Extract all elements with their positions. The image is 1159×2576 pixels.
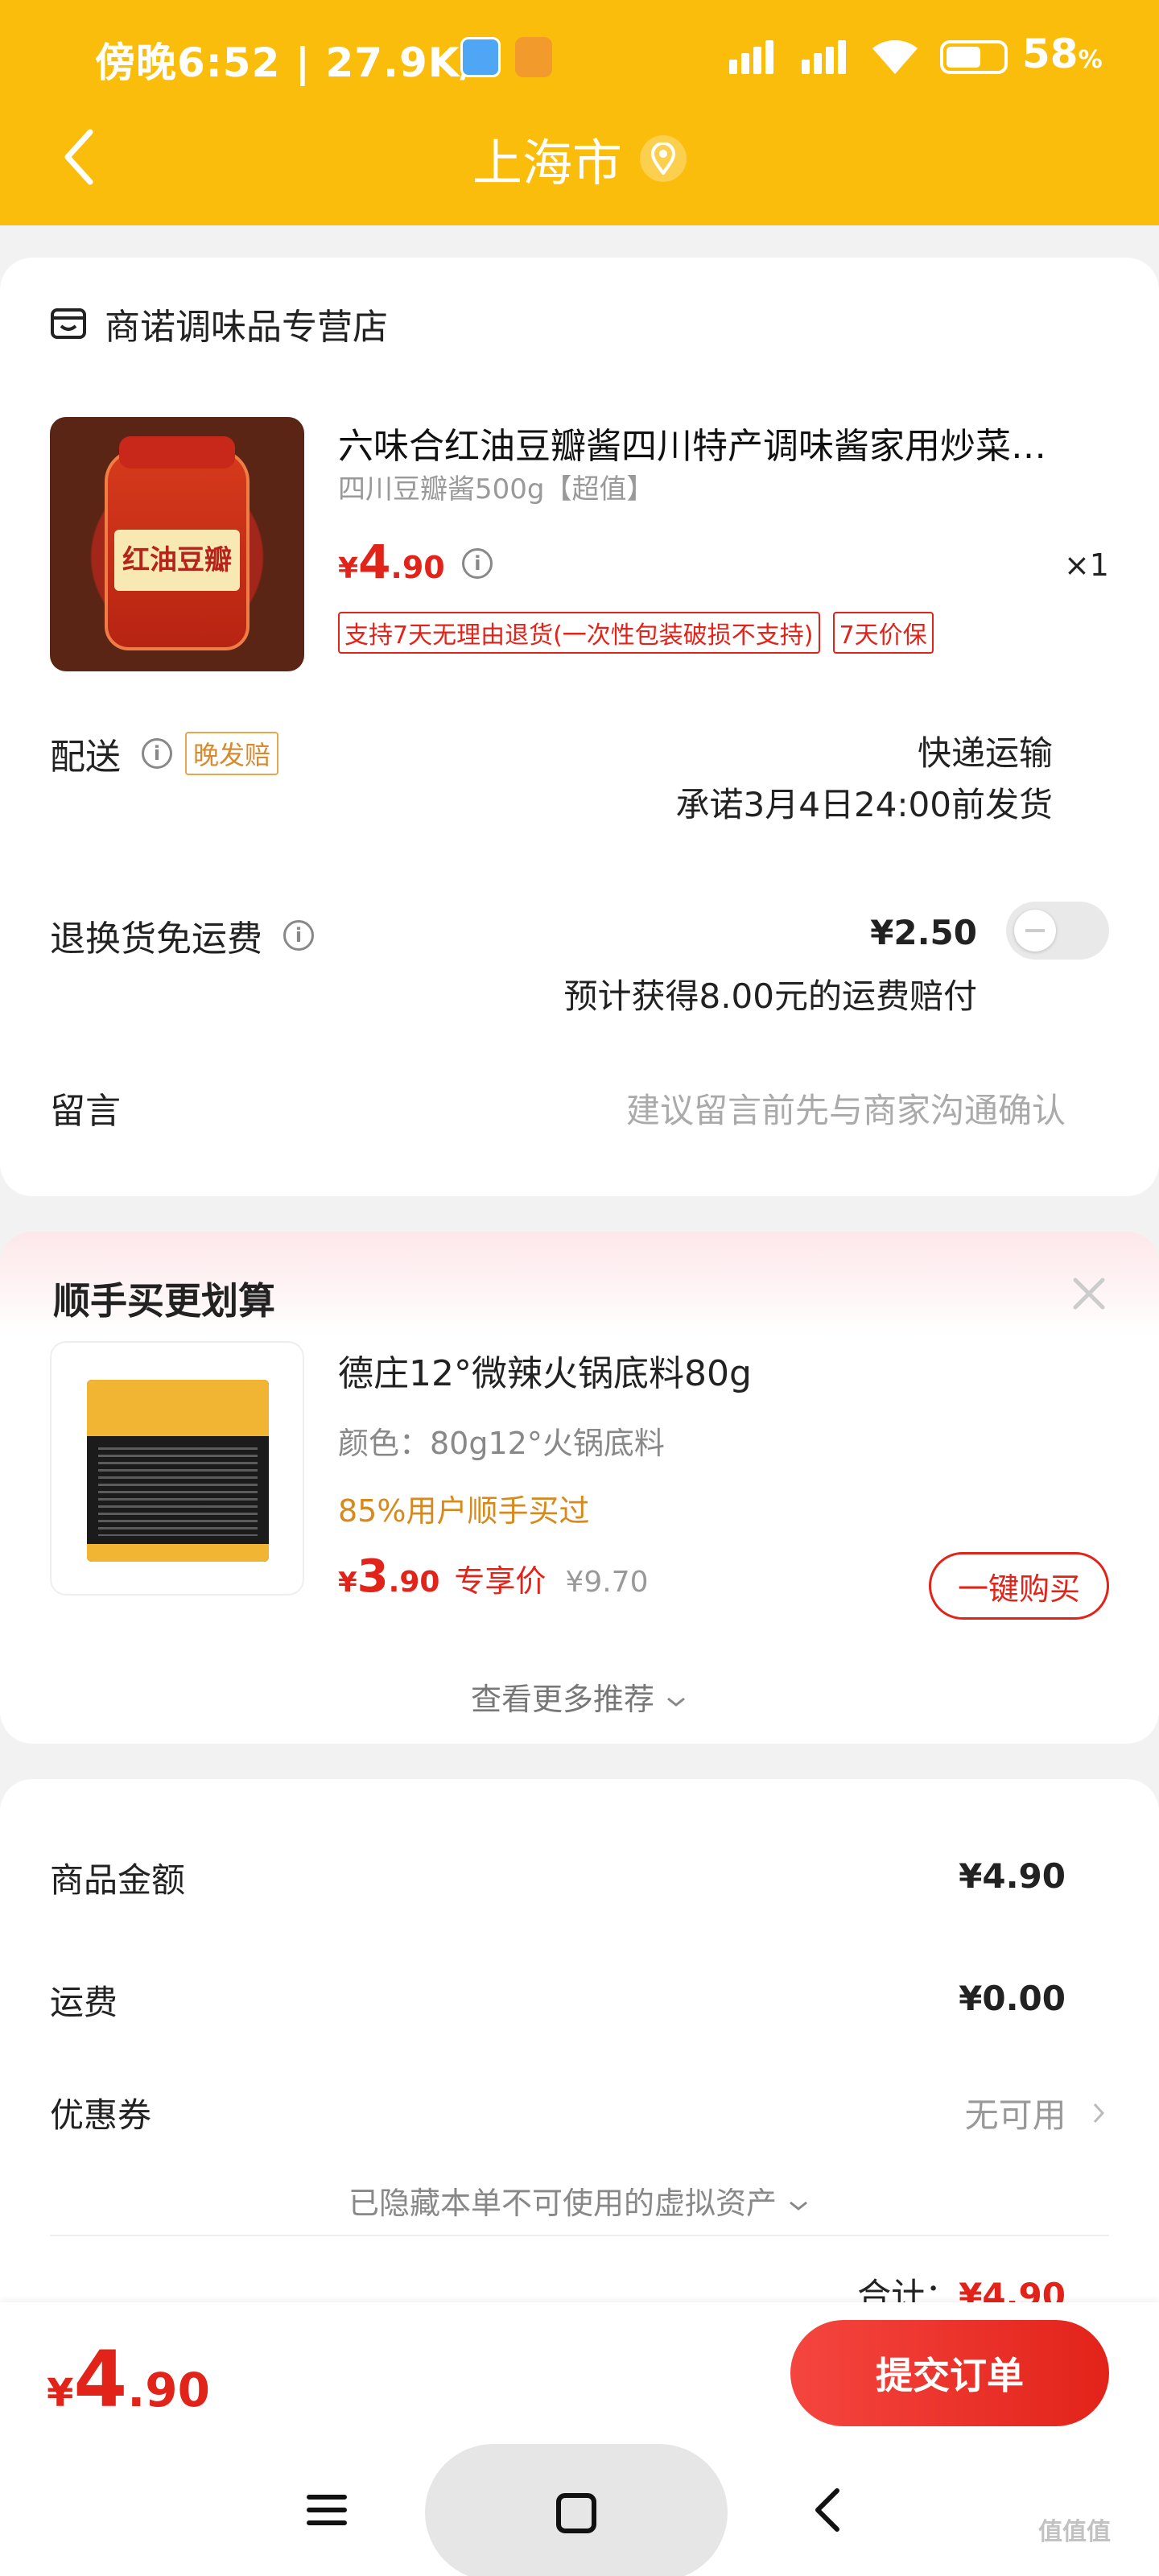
service-tags: 支持7天无理由退货(一次性包装破损不支持) 7天价保 xyxy=(338,612,934,654)
coupon-value: 无可用 xyxy=(964,2095,1066,2135)
message-input[interactable]: 建议留言前先与商家沟通确认 xyxy=(626,1084,1066,1133)
home-square-icon xyxy=(556,2493,596,2533)
signal-icon-2 xyxy=(802,37,846,74)
more-recommend-label: 查看更多推荐 xyxy=(470,1682,654,1717)
original-price: ¥9.70 xyxy=(565,1566,649,1599)
back-icon[interactable] xyxy=(806,2484,852,2536)
status-time: 傍晚6:52 | 27.9K/s xyxy=(95,39,501,86)
bottom-total-price: ¥4.90 xyxy=(47,2334,210,2425)
home-button[interactable] xyxy=(425,2444,728,2576)
recommend-product-spec[interactable]: 颜色：80g12°火锅底料 xyxy=(338,1418,665,1463)
message-label: 留言 xyxy=(50,1091,121,1132)
close-icon[interactable] xyxy=(1069,1274,1109,1314)
delivery-row: 配送 i 晚发赔 xyxy=(50,728,279,779)
store-name: 商诺调味品专营店 xyxy=(105,307,388,348)
battery-level: 58% xyxy=(1022,31,1103,77)
signal-icon xyxy=(729,37,773,74)
jar-lid xyxy=(119,436,235,469)
status-bar: 傍晚6:52 | 27.9K/s 58% xyxy=(0,0,1159,113)
app-notification-icon-2 xyxy=(515,37,552,77)
shipping-fee-value: ¥0.00 xyxy=(959,1979,1066,2018)
return-shipping-note: 预计获得8.00元的运费赔付 xyxy=(563,976,977,1016)
shipping-fee-label: 运费 xyxy=(50,1983,118,2022)
watermark: 值值值 xyxy=(1038,2518,1111,2546)
chevron-right-icon xyxy=(1093,2103,1105,2124)
one-click-buy-button[interactable]: 一键购买 xyxy=(929,1552,1109,1620)
product-title[interactable]: 六味合红油豆瓣酱四川特产调味酱家用炒菜… xyxy=(338,417,1046,469)
late-compensation-tag: 晚发赔 xyxy=(185,732,279,775)
jar-label: 红油豆瓣 xyxy=(114,530,240,591)
bottom-bar: ¥4.90 提交订单 xyxy=(0,2302,1159,2576)
more-recommend-link[interactable]: 查看更多推荐 xyxy=(0,1674,1159,1719)
return-shipping-label: 退换货免运费 xyxy=(50,919,262,960)
package-shape xyxy=(87,1380,269,1562)
info-icon[interactable]: i xyxy=(462,548,493,579)
coupon-label: 优惠券 xyxy=(50,2095,152,2135)
info-icon[interactable]: i xyxy=(142,738,172,769)
menu-icon[interactable] xyxy=(304,2487,349,2533)
exclusive-price-label: 专享价 xyxy=(454,1563,547,1599)
price-currency: ¥ xyxy=(338,552,359,585)
price-protect-tag: 7天价保 xyxy=(832,612,934,654)
delivery-promise: 承诺3月4日24:00前发货 xyxy=(675,785,1053,824)
recommend-title: 顺手买更划算 xyxy=(53,1279,275,1323)
hidden-assets-toggle[interactable]: 已隐藏本单不可使用的虚拟资产 xyxy=(0,2178,1159,2223)
goods-amount-value: ¥4.90 xyxy=(959,1856,1066,1896)
header-bar: 傍晚6:52 | 27.9K/s 58% 上海市 xyxy=(0,0,1159,225)
delivery-label: 配送 xyxy=(50,737,121,778)
delivery-method[interactable]: 快递运输 xyxy=(918,726,1053,775)
app-notification-icon xyxy=(460,37,501,77)
product-image[interactable]: 红油豆瓣 xyxy=(50,417,304,671)
price-decimal: .90 xyxy=(390,550,445,585)
return-shipping-toggle[interactable] xyxy=(1006,902,1109,960)
goods-amount-label: 商品金额 xyxy=(50,1860,186,1900)
system-navigation-bar xyxy=(0,2439,1159,2576)
recommend-card: 顺手买更划算 德庄12°微辣火锅底料80g 颜色：80g12°火锅底料 85%用… xyxy=(0,1232,1159,1744)
return-shipping-row: 退换货免运费 i xyxy=(50,910,314,961)
summary-card: 商品金额 ¥4.90 运费 ¥0.00 优惠券 无可用 已隐藏本单不可使用的虚拟… xyxy=(0,1779,1159,2343)
page-title[interactable]: 上海市 xyxy=(0,122,1159,195)
divider xyxy=(50,2235,1109,2236)
recommend-sold-hint: 85%用户顺手买过 xyxy=(338,1493,590,1529)
page-title-text: 上海市 xyxy=(472,134,622,192)
recommend-product-name[interactable]: 德庄12°微辣火锅底料80g xyxy=(338,1344,752,1396)
recommend-price: ¥3.90 xyxy=(338,1550,440,1603)
price-integer: 4 xyxy=(358,535,391,589)
recommend-price-row: ¥3.90 专享价 ¥9.70 xyxy=(338,1550,649,1603)
recommend-product-image[interactable] xyxy=(50,1341,304,1596)
battery-icon xyxy=(940,40,1008,74)
store-icon xyxy=(51,308,86,339)
store-row[interactable]: 商诺调味品专营店 xyxy=(50,298,388,349)
return-shipping-price: ¥2.50 xyxy=(870,913,977,952)
hidden-assets-label: 已隐藏本单不可使用的虚拟资产 xyxy=(348,2186,777,2221)
chevron-down-icon xyxy=(790,2201,807,2211)
product-price: ¥4.90 i xyxy=(338,535,493,589)
submit-order-button[interactable]: 提交订单 xyxy=(790,2320,1109,2426)
order-card: 商诺调味品专营店 红油豆瓣 六味合红油豆瓣酱四川特产调味酱家用炒菜… 四川豆瓣酱… xyxy=(0,258,1159,1196)
product-spec[interactable]: 四川豆瓣酱500g【超值】 xyxy=(338,467,654,506)
coupon-selector[interactable]: 无可用 xyxy=(965,2088,1109,2137)
wifi-icon xyxy=(872,39,918,74)
location-pin-icon[interactable] xyxy=(640,135,687,182)
info-icon[interactable]: i xyxy=(283,920,314,951)
return-policy-tag: 支持7天无理由退货(一次性包装破损不支持) xyxy=(338,612,820,654)
chevron-down-icon xyxy=(667,1697,685,1707)
product-quantity: ×1 xyxy=(1063,547,1109,583)
